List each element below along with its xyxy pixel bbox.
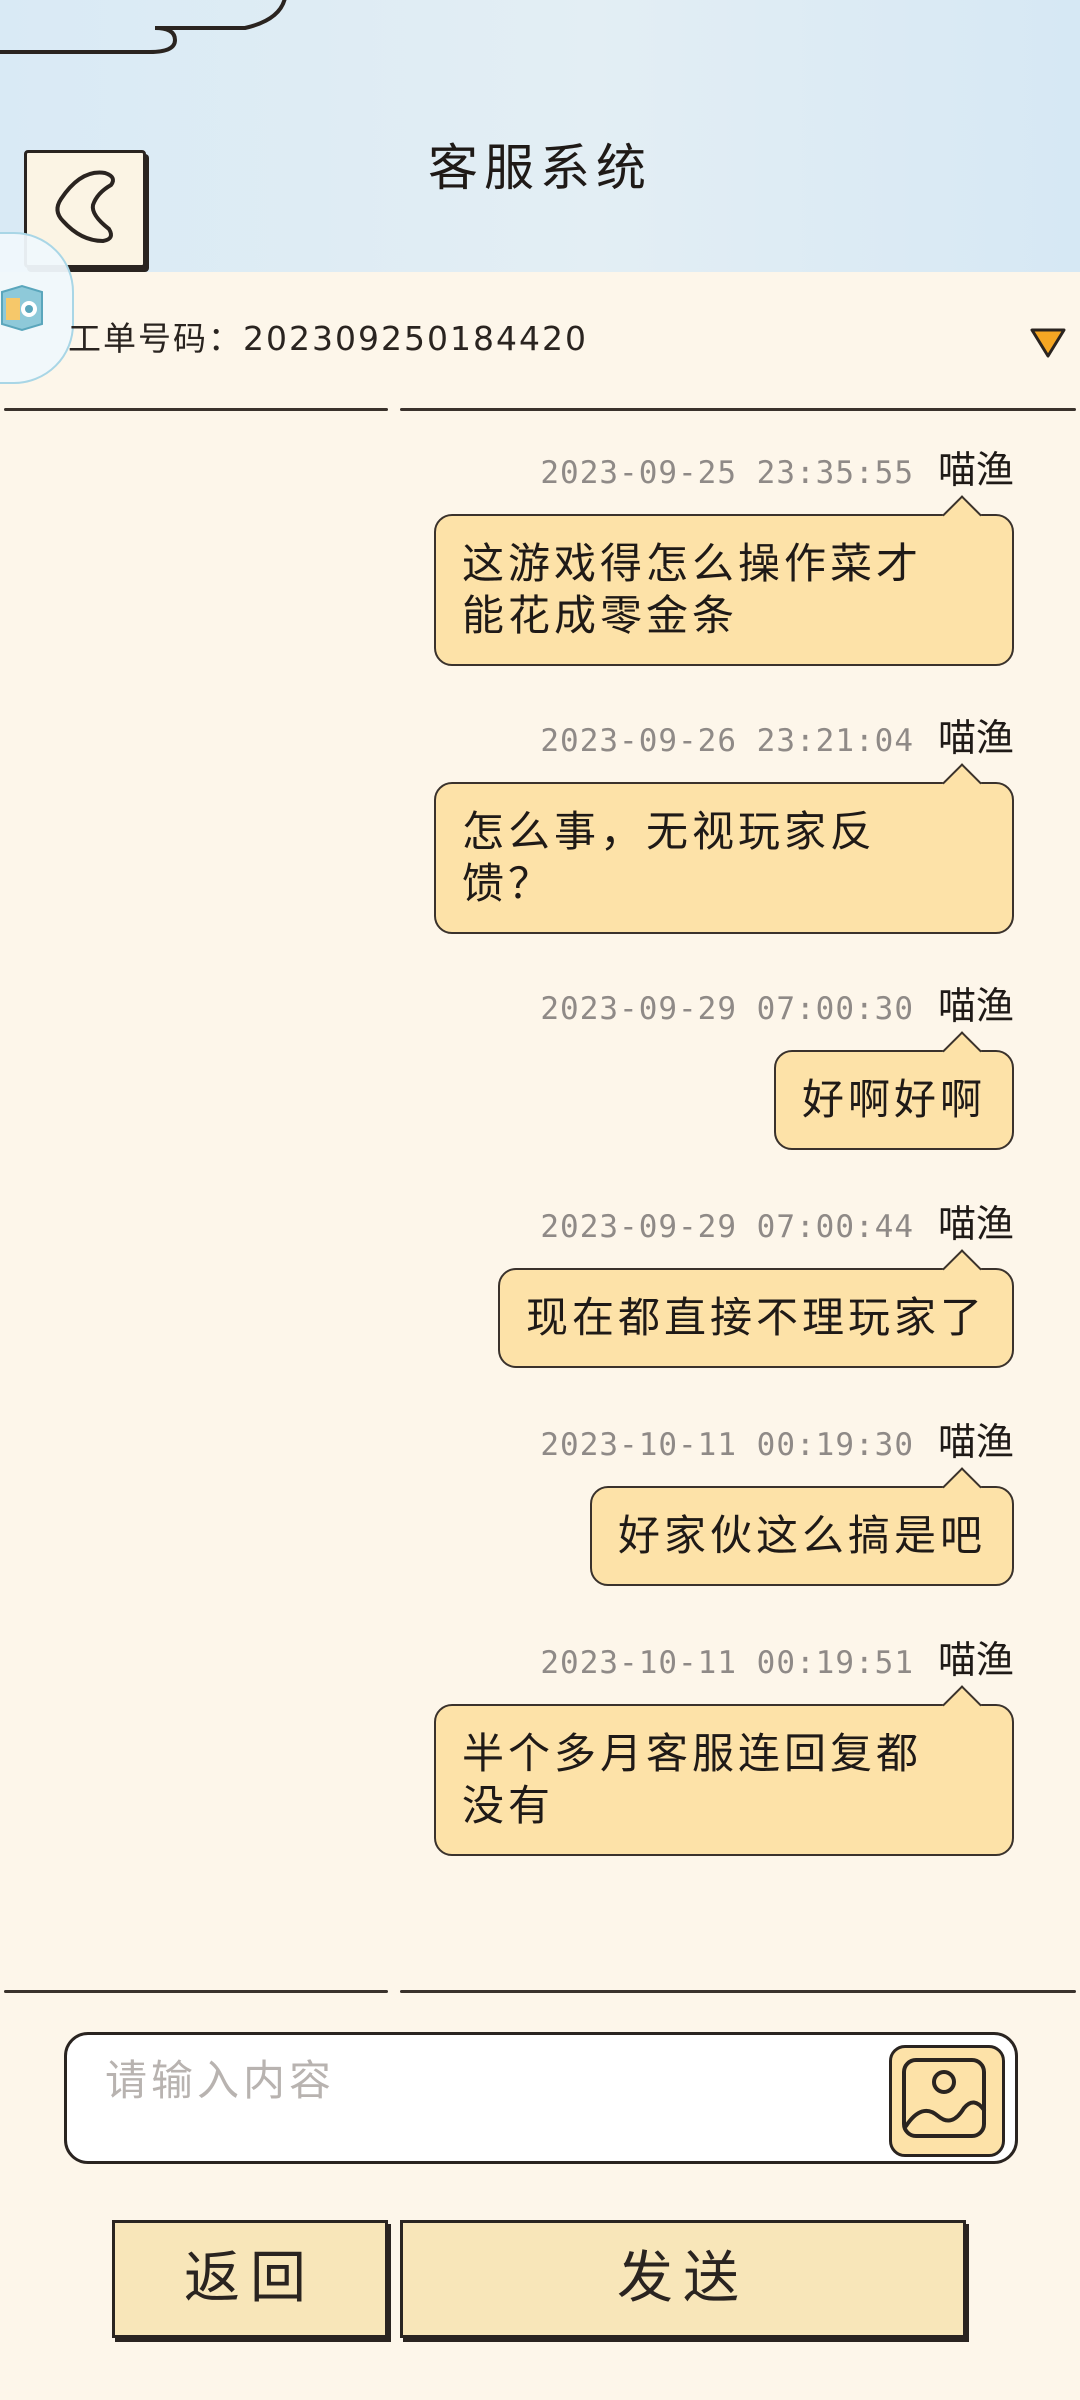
- chat-message: 2023-09-29 07:00:30 喵渔 好啊好啊: [540, 976, 1014, 1150]
- message-timestamp: 2023-10-11 00:19:30: [540, 1427, 914, 1463]
- chat-message: 2023-09-26 23:21:04 喵渔 怎么事，无视玩家反 馈？: [434, 708, 1014, 934]
- message-sender: 喵渔: [937, 716, 1014, 760]
- message-line: 好啊好啊: [801, 1075, 986, 1124]
- ticket-row: 工单号码：202309250184420: [0, 272, 1080, 402]
- image-icon: [902, 2058, 986, 2138]
- message-sender: 喵渔: [937, 1420, 1014, 1464]
- message-timestamp: 2023-09-29 07:00:30: [540, 991, 914, 1027]
- message-sender: 喵渔: [937, 1638, 1014, 1682]
- return-button[interactable]: 返回: [112, 2220, 388, 2338]
- message-timestamp: 2023-09-25 23:35:55: [540, 455, 914, 491]
- message-timestamp: 2023-10-11 00:19:51: [540, 1645, 914, 1681]
- message-line: 半个多月客服连回复都: [462, 1729, 923, 1778]
- chat-message: 2023-10-11 00:19:51 喵渔 半个多月客服连回复都 没有: [434, 1630, 1014, 1856]
- message-line: 能花成零金条: [462, 591, 739, 640]
- message-line: 好家伙这么搞是吧: [617, 1511, 986, 1560]
- message-timestamp: 2023-09-26 23:21:04: [540, 723, 914, 759]
- cloud-decoration-icon: [0, 0, 287, 54]
- message-sender: 喵渔: [937, 984, 1014, 1028]
- message-sender: 喵渔: [937, 1202, 1014, 1246]
- header-bar: 客服系统: [0, 0, 1080, 272]
- message-bubble: 好家伙这么搞是吧: [589, 1486, 1014, 1586]
- message-line: 馈？: [462, 859, 555, 908]
- message-line: 现在都直接不理玩家了: [525, 1293, 986, 1342]
- message-bubble: 好啊好啊: [773, 1050, 1014, 1150]
- page-title: 客服系统: [428, 139, 652, 197]
- message-sender: 喵渔: [937, 448, 1014, 492]
- send-button[interactable]: 发送: [400, 2220, 966, 2338]
- chat-message: 2023-09-25 23:35:55 喵渔 这游戏得怎么操作菜才 能花成零金条: [434, 440, 1014, 666]
- divider-bottom: [4, 1990, 1076, 1994]
- message-bubble: 怎么事，无视玩家反 馈？: [434, 782, 1014, 934]
- ticket-number-value: 202309250184420: [243, 319, 588, 358]
- chat-message: 2023-09-29 07:00:44 喵渔 现在都直接不理玩家了: [497, 1194, 1014, 1368]
- message-input[interactable]: [103, 2049, 907, 2111]
- message-line: 没有: [462, 1781, 555, 1830]
- message-bubble: 半个多月客服连回复都 没有: [434, 1704, 1014, 1856]
- message-line: 这游戏得怎么操作菜才: [462, 539, 923, 588]
- chat-message: 2023-10-11 00:19:30 喵渔 好家伙这么搞是吧: [540, 1412, 1014, 1586]
- message-bubble: 现在都直接不理玩家了: [497, 1268, 1014, 1368]
- message-timestamp: 2023-09-29 07:00:44: [540, 1209, 914, 1245]
- message-input-box: [64, 2032, 1018, 2164]
- triangle-down-icon[interactable]: [1028, 324, 1068, 360]
- message-list: 2023-09-25 23:35:55 喵渔 这游戏得怎么操作菜才 能花成零金条 …: [0, 420, 1080, 1980]
- attach-image-button[interactable]: [889, 2045, 1005, 2157]
- message-bubble: 这游戏得怎么操作菜才 能花成零金条: [434, 514, 1014, 666]
- divider-top: [4, 408, 1076, 412]
- ticket-label: 工单号码：: [68, 319, 243, 358]
- message-line: 怎么事，无视玩家反: [462, 807, 877, 856]
- ticket-number: 工单号码：202309250184420: [68, 312, 588, 360]
